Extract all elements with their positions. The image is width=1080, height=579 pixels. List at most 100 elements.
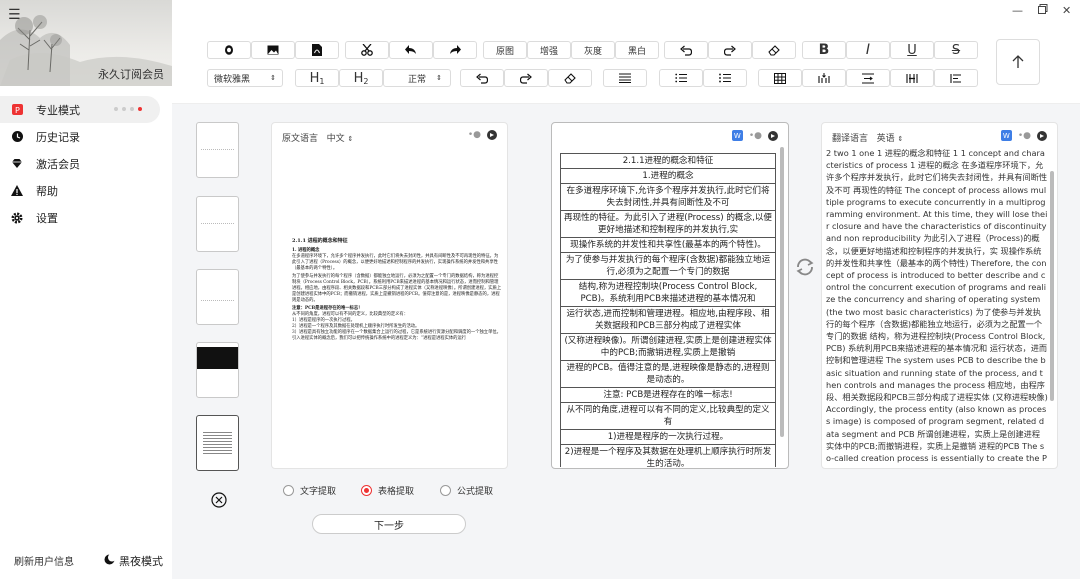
thumbnail-content: [203, 432, 232, 454]
table-cell[interactable]: 再现性的特征。为此引入了进程(Process) 的概念,以便更好地描述和控制程序…: [560, 210, 776, 238]
remove-icon[interactable]: [211, 492, 227, 512]
close-window-icon[interactable]: ✕: [1062, 4, 1071, 17]
original-image-button[interactable]: 原图: [483, 41, 527, 59]
formula-extract-option[interactable]: 公式提取: [440, 484, 493, 497]
qq-icon[interactable]: [207, 41, 251, 59]
more-icon[interactable]: •●: [749, 131, 762, 141]
more-icon[interactable]: •●: [1018, 131, 1031, 141]
black-white-button[interactable]: 黑白: [615, 41, 659, 59]
source-panel-controls: •●: [468, 130, 497, 140]
table-cell[interactable]: 为了使参与并发执行的每个程序(含数据)都能独立地运行,必须为之配置一个专门的数据: [560, 252, 776, 280]
table-panel-controls: W •●: [731, 130, 778, 141]
table-cell[interactable]: 从不同的角度,进程可以有不同的定义,比较典型的定义有: [560, 402, 776, 430]
italic-icon[interactable]: I: [846, 41, 890, 59]
page-thumbnail[interactable]: [196, 269, 239, 325]
strikethrough-icon[interactable]: S: [934, 41, 978, 59]
source-language-select[interactable]: 中文: [327, 134, 345, 144]
page-thumbnail[interactable]: [196, 342, 239, 398]
delete-row-icon[interactable]: [934, 69, 978, 87]
table-cell[interactable]: 现操作系统的并发性和共享性(最基本的两个特性)。: [560, 237, 776, 253]
redo-outline-icon[interactable]: [504, 69, 548, 87]
target-language-select[interactable]: 英语: [877, 134, 895, 144]
sidebar-item-history[interactable]: 历史记录: [0, 123, 160, 150]
translation-scrollbar[interactable]: [1050, 171, 1054, 401]
ordered-list-icon[interactable]: [659, 69, 703, 87]
table-cell[interactable]: 2.1.1进程的概念和特征: [560, 153, 776, 169]
translation-panel-controls: W •●: [1000, 130, 1047, 141]
pdf-icon[interactable]: [295, 41, 339, 59]
bold-icon[interactable]: B: [802, 41, 846, 59]
radio-button-selected[interactable]: [361, 485, 372, 496]
insert-row-icon[interactable]: [846, 69, 890, 87]
table-row: 进程的PCB。值得注意的是,进程映像是静态的,进程则是动态的。: [560, 360, 776, 388]
page-thumbnail[interactable]: [196, 196, 239, 252]
table-cell[interactable]: 运行状态,进而控制和管理进程。相应地,由程序段、相关数据段和PCB三部分构成了进…: [560, 306, 776, 334]
play-icon[interactable]: [1037, 130, 1047, 141]
translation-text[interactable]: 2 two 1 one 1 进程的概念和特征 1 1 concept and c…: [826, 147, 1048, 463]
eraser-icon[interactable]: [752, 41, 796, 59]
text-extract-option[interactable]: 文字提取: [283, 484, 336, 497]
table-cell[interactable]: 1.进程的概念: [560, 168, 776, 184]
table-row: (又称进程映像)。所谓创建进程,实质上是创建进程实体中的PCB;而撤销进程,实质…: [560, 333, 776, 361]
sync-icon[interactable]: [794, 256, 816, 282]
next-step-button[interactable]: 下一步: [312, 514, 466, 534]
thumbnail-content: [201, 300, 234, 301]
warning-icon: [10, 184, 24, 198]
table-viewport[interactable]: 2.1.1进程的概念和特征 1.进程的概念 在多道程序环境下,允许多个程序并发执行,…: [552, 147, 788, 467]
table-cell[interactable]: 在多道程序环境下,允许多个程序并发执行,此时它们将失去封闭性,并具有间断性及不可: [560, 183, 776, 211]
minimize-icon[interactable]: —: [1012, 4, 1023, 17]
play-icon[interactable]: [768, 130, 778, 141]
grayscale-button[interactable]: 灰度: [571, 41, 615, 59]
undo-outline-icon[interactable]: [460, 69, 504, 87]
table-cell[interactable]: 2)进程是一个程序及其数据在处理机上顺序执行时所发生的活动。: [560, 444, 776, 467]
image-icon[interactable]: [251, 41, 295, 59]
table-cell[interactable]: 结构,称为进程控制块(Process Control Block, PCB)。系…: [560, 279, 776, 307]
sidebar-item-activate[interactable]: 激活会员: [0, 150, 160, 177]
gear-icon: [10, 211, 24, 225]
eraser-icon[interactable]: [548, 69, 592, 87]
dark-mode-toggle[interactable]: 黑夜模式: [104, 553, 163, 569]
radio-button[interactable]: [283, 485, 294, 496]
undo-outline-icon[interactable]: [664, 41, 708, 59]
undo-icon[interactable]: [389, 41, 433, 59]
delete-column-icon[interactable]: [890, 69, 934, 87]
table-cell[interactable]: 进程的PCB。值得注意的是,进程映像是静态的,进程则是动态的。: [560, 360, 776, 388]
enhance-button[interactable]: 增强: [527, 41, 571, 59]
play-icon[interactable]: [487, 130, 497, 140]
redo-outline-icon[interactable]: [708, 41, 752, 59]
radio-button[interactable]: [440, 485, 451, 496]
redo-icon[interactable]: [433, 41, 477, 59]
align-justify-icon[interactable]: [603, 69, 647, 87]
table-row: 现操作系统的并发性和共享性(最基本的两个特性)。: [560, 237, 776, 253]
word-icon[interactable]: W: [731, 130, 743, 141]
underline-icon[interactable]: U: [890, 41, 934, 59]
sidebar-item-help[interactable]: 帮助: [0, 177, 160, 204]
font-select[interactable]: 微软雅黑 ⇕: [207, 69, 283, 87]
insert-column-icon[interactable]: [802, 69, 846, 87]
table-icon[interactable]: [758, 69, 802, 87]
table-row: 在多道程序环境下,允许多个程序并发执行,此时它们将失去封闭性,并具有间断性及不可: [560, 183, 776, 211]
maximize-icon[interactable]: [1038, 4, 1048, 17]
paragraph-style-select[interactable]: 正常 ⇕: [383, 69, 451, 87]
heading-1-button[interactable]: H1: [295, 69, 339, 87]
menu-icon[interactable]: ☰: [8, 8, 21, 22]
sidebar-item-professional[interactable]: P 专业模式: [0, 96, 160, 123]
heading-2-button[interactable]: H2: [339, 69, 383, 87]
scroll-top-button[interactable]: [996, 39, 1040, 85]
cut-icon[interactable]: [345, 41, 389, 59]
sidebar-item-settings[interactable]: 设置: [0, 204, 160, 231]
word-icon[interactable]: W: [1000, 130, 1012, 141]
more-icon[interactable]: •●: [468, 130, 481, 140]
unordered-list-icon[interactable]: [703, 69, 747, 87]
table-cell[interactable]: 1)进程是程序的一次执行过程。: [560, 429, 776, 445]
page-thumbnail-selected[interactable]: [196, 415, 239, 471]
option-label: 文字提取: [300, 487, 337, 497]
table-cell[interactable]: 注意: PCB是进程存在的唯一标志!: [560, 387, 776, 403]
table-scrollbar[interactable]: [780, 147, 784, 437]
page-thumbnail[interactable]: [196, 122, 239, 178]
refresh-user-info-link[interactable]: 刷新用户信息: [14, 553, 74, 568]
table-extract-option[interactable]: 表格提取: [361, 484, 414, 497]
membership-label: 永久订阅会员: [98, 68, 164, 81]
table-cell[interactable]: (又称进程映像)。所谓创建进程,实质上是创建进程实体中的PCB;而撤销进程,实质…: [560, 333, 776, 361]
table-row: 1.进程的概念: [560, 168, 776, 184]
